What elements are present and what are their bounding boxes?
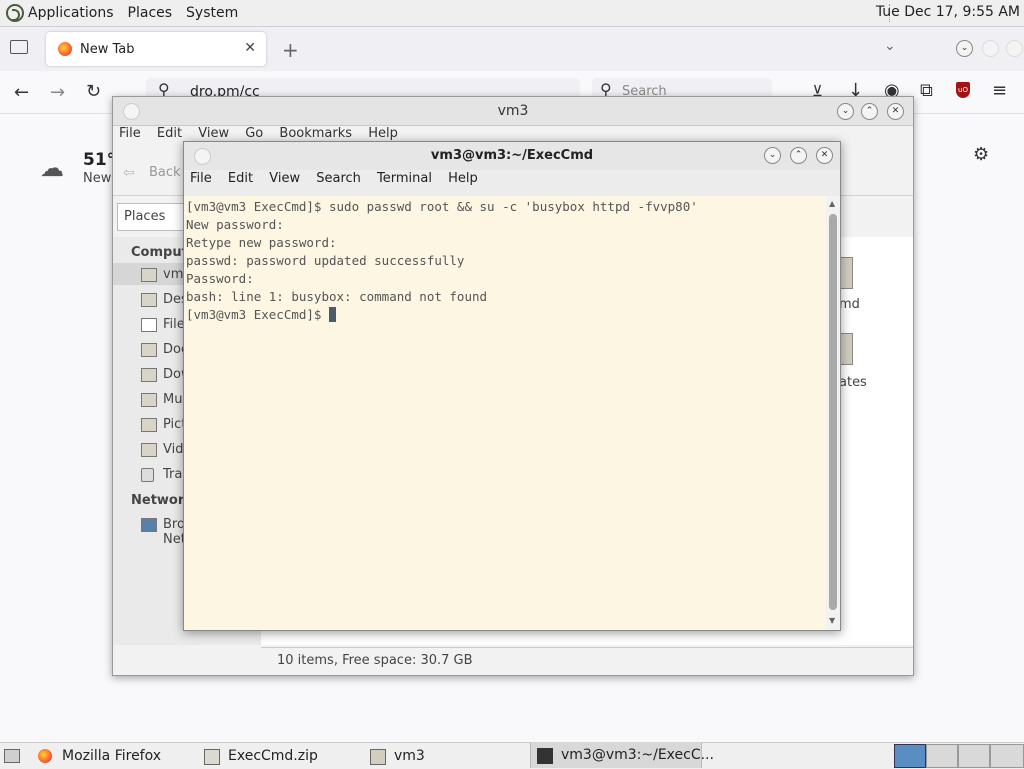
fm-menu-bookmarks[interactable]: Bookmarks	[279, 126, 352, 141]
terminal-menubar: File Edit View Search Terminal Help	[184, 171, 840, 195]
ff-maximize-icon[interactable]	[982, 40, 999, 57]
term-close-icon[interactable]: ✕	[816, 147, 833, 164]
show-desktop-icon[interactable]	[4, 749, 20, 763]
term-menu-terminal[interactable]: Terminal	[377, 171, 432, 186]
fm-back-button[interactable]: Back	[149, 165, 181, 180]
documents-folder-icon	[141, 343, 157, 357]
terminal-line: Password:	[186, 271, 254, 286]
terminal-line: New password:	[186, 217, 284, 232]
fm-menu-view[interactable]: View	[198, 126, 229, 141]
tab-title: New Tab	[80, 41, 135, 57]
weather-location: New	[83, 171, 112, 186]
term-window-menu-icon[interactable]	[194, 148, 211, 165]
archive-icon	[204, 749, 220, 765]
workspace-1[interactable]	[894, 744, 926, 768]
terminal-scrollbar-thumb[interactable]	[829, 214, 837, 610]
terminal-line: [vm3@vm3 ExecCmd]$ sudo passwd root && s…	[186, 199, 698, 214]
ublock-icon[interactable]: uO	[956, 82, 970, 98]
terminal-prompt-line: [vm3@vm3 ExecCmd]$	[186, 306, 824, 324]
scroll-down-arrow-icon[interactable]: ▼	[829, 616, 835, 625]
file-manager-titlebar[interactable]: vm3	[113, 97, 913, 126]
terminal-window: vm3@vm3:~/ExecCmd ⌄ ⌃ ✕ File Edit View S…	[183, 141, 841, 631]
weather-temperature: 51°	[83, 150, 116, 170]
home-folder-icon	[141, 268, 157, 282]
taskbar-item-terminal-active[interactable]: vm3@vm3:~/ExecC...	[530, 742, 714, 768]
fm-minimize-icon[interactable]: ⌄	[837, 103, 854, 120]
tab-close-icon[interactable]: ✕	[244, 40, 256, 56]
term-menu-help[interactable]: Help	[448, 171, 478, 186]
fm-menu-file[interactable]: File	[119, 126, 141, 141]
firefox-view-icon[interactable]	[10, 40, 28, 54]
back-arrow-icon[interactable]: ←	[14, 82, 29, 103]
terminal-screen[interactable]: [vm3@vm3 ExecCmd]$ sudo passwd root && s…	[184, 196, 826, 630]
terminal-icon	[537, 748, 553, 764]
tab-new-tab[interactable]: New Tab ✕	[46, 32, 266, 66]
music-folder-icon	[141, 393, 157, 407]
system-menu[interactable]: System	[186, 5, 238, 21]
distro-logo-icon[interactable]	[6, 4, 24, 22]
downloads-folder-icon	[141, 368, 157, 382]
fm-maximize-icon[interactable]: ⌃	[861, 103, 878, 120]
taskbar-item-vm3[interactable]: vm3	[394, 743, 425, 769]
scroll-up-arrow-icon[interactable]: ▲	[829, 199, 835, 208]
clock[interactable]: Tue Dec 17, 9:55 AM	[876, 4, 1020, 20]
ff-close-icon[interactable]	[1006, 40, 1023, 57]
forward-arrow-icon[interactable]: →	[50, 82, 65, 103]
term-menu-edit[interactable]: Edit	[228, 171, 253, 186]
ff-minimize-icon[interactable]: ⌄	[956, 40, 973, 57]
extensions-icon[interactable]: ⧉	[920, 80, 933, 101]
workspace-4[interactable]	[990, 744, 1024, 768]
firefox-icon	[38, 749, 52, 763]
fm-menu-edit[interactable]: Edit	[157, 126, 182, 141]
taskbar-item-terminal-label: vm3@vm3:~/ExecC...	[561, 747, 714, 763]
applications-menu[interactable]: Applications	[28, 5, 114, 21]
trash-icon	[141, 468, 154, 482]
desktop-folder-icon	[141, 293, 157, 307]
term-menu-file[interactable]: File	[190, 171, 212, 186]
back-arrow-icon[interactable]: ⇦	[123, 165, 135, 181]
folder-icon	[370, 749, 386, 765]
settings-gear-icon[interactable]: ⚙	[973, 144, 989, 165]
videos-folder-icon	[141, 443, 157, 457]
file-label-fragment[interactable]: md	[839, 297, 860, 312]
taskbar: Mozilla Firefox ExecCmd.zip vm3	[0, 742, 1024, 769]
folder-icon[interactable]	[839, 257, 853, 289]
terminal-line: bash: line 1: busybox: command not found	[186, 289, 488, 304]
firefox-favicon-icon	[58, 42, 72, 56]
terminal-prompt: [vm3@vm3 ExecCmd]$	[186, 307, 329, 322]
new-tab-plus-icon[interactable]: +	[282, 38, 299, 62]
network-icon	[141, 518, 157, 532]
terminal-line: passwd: password updated successfully	[186, 253, 465, 268]
cloud-icon: ☁	[40, 154, 64, 182]
term-maximize-icon[interactable]: ⌃	[790, 147, 807, 164]
pictures-folder-icon	[141, 418, 157, 432]
fm-close-icon[interactable]: ✕	[887, 103, 904, 120]
workspace-3[interactable]	[958, 744, 990, 768]
reload-icon[interactable]: ↻	[86, 81, 101, 102]
taskbar-item-firefox[interactable]: Mozilla Firefox	[62, 743, 161, 769]
taskbar-item-execcmd-zip[interactable]: ExecCmd.zip	[228, 743, 318, 769]
terminal-line: Retype new password:	[186, 235, 337, 250]
fm-window-menu-icon[interactable]	[123, 103, 140, 120]
top-panel: Applications Places System Tue Dec 17, 9…	[0, 0, 1024, 27]
hamburger-menu-icon[interactable]: ≡	[992, 80, 1007, 101]
terminal-cursor	[329, 307, 336, 322]
workspace-2[interactable]	[926, 744, 958, 768]
file-label-fragment[interactable]: ates	[839, 375, 867, 390]
fm-menu-help[interactable]: Help	[368, 126, 398, 141]
folder-icon[interactable]	[839, 333, 853, 365]
term-minimize-icon[interactable]: ⌄	[764, 147, 781, 164]
term-menu-search[interactable]: Search	[316, 171, 361, 186]
list-all-tabs-chevron-icon[interactable]: ⌄	[884, 38, 896, 54]
fm-statusbar: 10 items, Free space: 30.7 GB	[261, 647, 913, 674]
terminal-titlebar[interactable]: vm3@vm3:~/ExecCmd	[184, 142, 840, 170]
places-menu[interactable]: Places	[128, 5, 173, 21]
filesystem-icon	[141, 318, 157, 332]
term-menu-view[interactable]: View	[269, 171, 300, 186]
fm-status-text: 10 items, Free space: 30.7 GB	[277, 653, 473, 668]
fm-menu-go[interactable]: Go	[245, 126, 263, 141]
